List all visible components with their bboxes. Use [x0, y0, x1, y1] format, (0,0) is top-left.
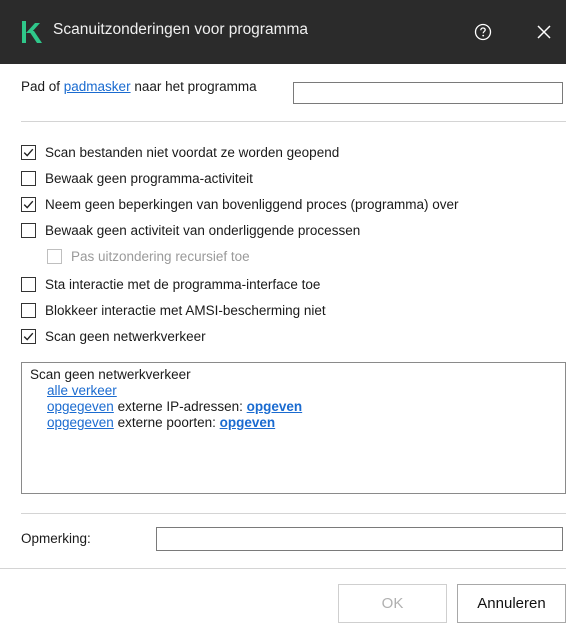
divider [21, 513, 566, 514]
option-label: Sta interactie met de programma-interfac… [45, 276, 321, 292]
checkbox[interactable] [21, 144, 36, 160]
option-label: Scan geen netwerkverkeer [45, 328, 206, 344]
network-rules-heading: Scan geen netwerkverkeer [30, 367, 191, 382]
note-label: Opmerking: [21, 531, 91, 546]
checkmark-icon [23, 332, 34, 341]
option-no-child-monitoring[interactable]: Bewaak geen activiteit van onderliggende… [21, 220, 360, 240]
option-no-network-scan[interactable]: Scan geen netwerkverkeer [21, 326, 206, 346]
title-bar: Scanuitzonderingen voor programma [0, 0, 566, 64]
cancel-button[interactable]: Annuleren [457, 584, 566, 623]
ip-specified-link[interactable]: opgegeven [47, 399, 114, 414]
network-rules-box: Scan geen netwerkverkeer alle verkeer op… [21, 362, 566, 494]
help-button[interactable] [469, 18, 497, 46]
option-apply-recursively: Pas uitzondering recursief toe [47, 246, 250, 266]
checkbox [47, 248, 62, 264]
checkmark-icon [23, 148, 34, 157]
checkmark-icon [23, 200, 34, 209]
note-input[interactable] [156, 527, 563, 551]
checkbox[interactable] [21, 222, 36, 238]
path-label-prefix: Pad of [21, 79, 64, 94]
port-rule-text: externe poorten: [113, 415, 220, 430]
option-no-activity-monitoring[interactable]: Bewaak geen programma-activiteit [21, 168, 253, 188]
ip-rule-text: externe IP-adressen: [113, 399, 247, 414]
window-title: Scanuitzonderingen voor programma [53, 21, 309, 38]
path-label: Pad of padmasker naar het programma [21, 79, 271, 95]
option-skip-scan-before-open[interactable]: Scan bestanden niet voordat ze worden ge… [21, 142, 339, 162]
divider [0, 568, 566, 569]
close-icon [537, 25, 551, 39]
checkbox[interactable] [21, 328, 36, 344]
checkbox[interactable] [21, 196, 36, 212]
kaspersky-logo-icon [21, 20, 43, 44]
close-button[interactable] [530, 18, 558, 46]
option-no-amsi-block[interactable]: Blokkeer interactie met AMSI-bescherming… [21, 300, 326, 320]
all-traffic-link[interactable]: alle verkeer [47, 383, 117, 398]
checkbox[interactable] [21, 170, 36, 186]
option-label: Blokkeer interactie met AMSI-bescherming… [45, 302, 326, 318]
path-label-suffix: naar het programma [130, 79, 257, 94]
option-label: Bewaak geen activiteit van onderliggende… [45, 222, 361, 238]
path-input[interactable] [293, 82, 563, 104]
option-label: Pas uitzondering recursief toe [71, 248, 250, 264]
option-label: Bewaak geen programma-activiteit [45, 170, 253, 186]
ip-specify-link[interactable]: opgeven [247, 399, 303, 414]
option-label: Scan bestanden niet voordat ze worden ge… [45, 144, 340, 160]
path-mask-link[interactable]: padmasker [64, 79, 131, 94]
option-no-parent-restrictions[interactable]: Neem geen beperkingen van bovenliggend p… [21, 194, 459, 214]
checkbox[interactable] [21, 276, 36, 292]
help-icon [474, 23, 492, 41]
option-label: Neem geen beperkingen van bovenliggend p… [45, 196, 459, 212]
ok-button[interactable]: OK [338, 584, 447, 623]
divider [21, 121, 566, 122]
checkbox[interactable] [21, 302, 36, 318]
port-specified-link[interactable]: opgegeven [47, 415, 114, 430]
port-specify-link[interactable]: opgeven [220, 415, 276, 430]
option-allow-interface-interaction[interactable]: Sta interactie met de programma-interfac… [21, 274, 320, 294]
